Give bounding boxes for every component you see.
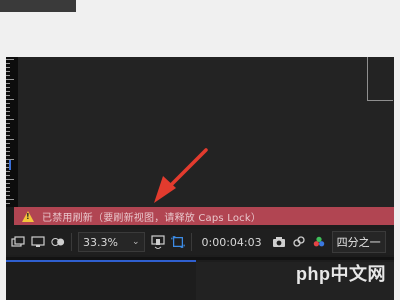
watermark-text: php中文网 [296, 264, 386, 284]
annotation-arrow [154, 148, 208, 203]
